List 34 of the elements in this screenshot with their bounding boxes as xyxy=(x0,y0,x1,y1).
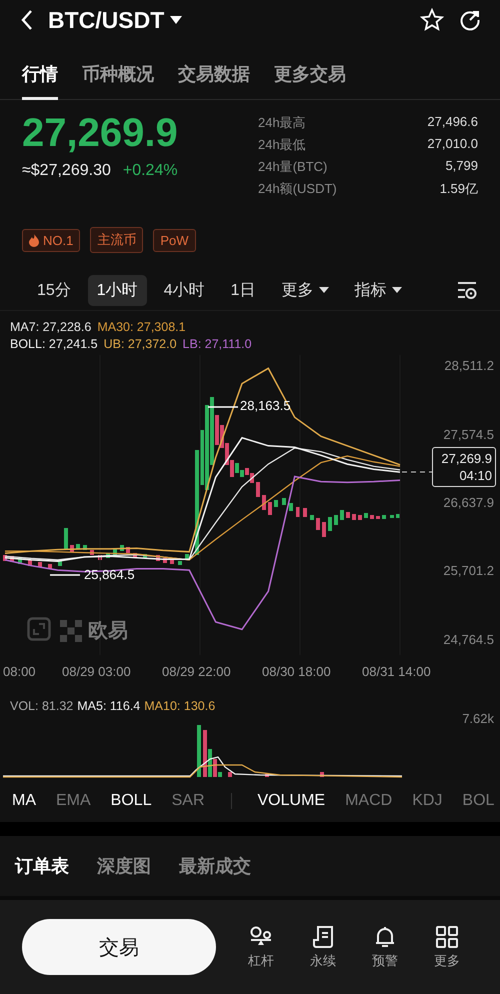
price-axis-label: 25,701.2 xyxy=(443,563,494,578)
stat-value: 1.59亿 xyxy=(438,180,478,198)
legend-value: UB: 27,372.0 xyxy=(104,336,177,353)
stat-value: 27,010.0 xyxy=(427,136,478,153)
time-axis-label: 08/30 18:00 xyxy=(262,664,331,679)
stat-label: 24h量(BTC) xyxy=(258,158,328,176)
low-price-label: 25,864.5 xyxy=(84,567,135,582)
volume-legend-value: MA5: 116.4 xyxy=(77,699,140,713)
volume-legend-value: VOL: 81.32 xyxy=(10,699,74,713)
chart-logo: 欧易 xyxy=(88,619,128,644)
time-axis-label: 08/31 14:00 xyxy=(362,664,431,679)
current-price: 27,269.9 xyxy=(440,450,492,467)
time-axis-label: 08:00 xyxy=(3,664,36,679)
price-axis-label: 24,764.5 xyxy=(443,632,494,647)
legend-value: MA30: 27,308.1 xyxy=(97,319,186,336)
stat-label: 24h额(USDT) xyxy=(258,180,338,198)
legend-value: BOLL: 27,241.5 xyxy=(10,336,98,353)
price-axis-label: 26,637.9 xyxy=(443,494,494,510)
last-price: 27,269.9 xyxy=(22,110,179,156)
price-change: +0.24% xyxy=(122,162,178,180)
stat-value: 5,799 xyxy=(444,158,478,175)
price-axis-label: 27,574.5 xyxy=(443,426,494,442)
volume-axis-label: 7.62k xyxy=(462,711,494,726)
stat-value: 27,496.6 xyxy=(427,114,478,131)
time-axis-label: 08/29 03:00 xyxy=(62,664,131,679)
candle-countdown: 04:10 xyxy=(458,467,492,484)
time-axis-label: 08/29 22:00 xyxy=(162,664,231,679)
price-axis-label: 28,511.2 xyxy=(444,358,494,373)
stat-label: 24h最高 xyxy=(258,114,307,132)
legend-value: LB: 27,111.0 xyxy=(182,336,252,353)
stat-label: 24h最低 xyxy=(258,136,307,154)
volume-legend-value: MA10: 130.6 xyxy=(144,699,216,713)
legend-value: MA7: 27,228.6 xyxy=(10,319,92,336)
fiat-price: ≈$27,269.30 xyxy=(22,162,111,180)
